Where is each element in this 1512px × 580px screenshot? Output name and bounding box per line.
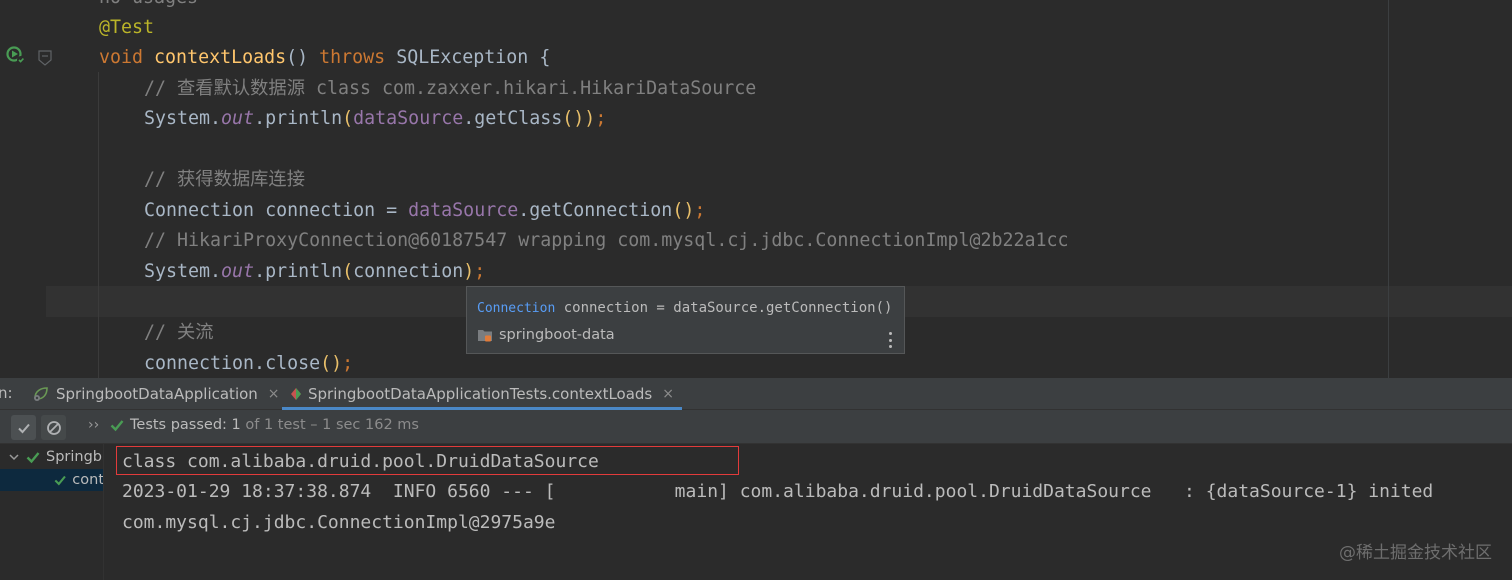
passed-check-icon <box>26 452 40 464</box>
code-comment: // 获得数据库连接 <box>144 169 305 190</box>
system-ref: System. <box>144 108 222 129</box>
connection-declaration: Connection connection = <box>144 200 409 221</box>
run-test-icon[interactable] <box>6 45 26 65</box>
paren: () <box>562 108 585 129</box>
paren: ( <box>342 108 354 129</box>
signature-parens: () <box>286 47 309 68</box>
popup-signature: Connection connection = dataSource.getCo… <box>477 299 892 318</box>
fold-icon[interactable] <box>38 50 52 66</box>
test-status: Tests passed: 1 of 1 test – 1 sec 162 ms <box>110 417 419 433</box>
tree-item-label: Springb <box>46 449 102 465</box>
passed-check-icon <box>54 475 66 486</box>
datasource-field: dataSource <box>408 200 519 221</box>
tab-close-icon[interactable]: × <box>268 386 280 402</box>
keyword-void: void <box>99 47 144 68</box>
tests-passed-label: Tests passed: 1 <box>130 417 241 433</box>
spring-boot-run-icon <box>34 387 48 401</box>
popup-module-name: springboot-data <box>499 327 615 343</box>
popup-type: Connection <box>477 301 556 316</box>
tree-item-test-method[interactable]: cont <box>0 469 104 491</box>
exception-type: SQLException <box>396 47 529 68</box>
out-field: out <box>221 261 255 282</box>
passed-check-icon <box>110 420 124 432</box>
println-call: .println <box>254 108 343 129</box>
close-connection-line: connection.close(); <box>144 348 353 378</box>
show-ignored-button[interactable] <box>41 415 66 440</box>
getconnection-call: .getConnection <box>518 200 673 221</box>
semicolon: ; <box>694 200 706 221</box>
annotation-highlight-box <box>116 446 739 475</box>
tab-label: SpringbootDataApplicationTests.contextLo… <box>308 385 653 403</box>
code-comment: // 查看默认数据源 class com.zaxxer.hikari.Hikar… <box>144 78 757 99</box>
test-diamond-icon <box>291 388 301 400</box>
keyword-throws: throws <box>319 47 386 68</box>
test-runner-toolbar: ›› Tests passed: 1 of 1 test – 1 sec 162… <box>0 410 1512 444</box>
print-class-line: System.out.println(dataSource.getClass()… <box>144 103 606 134</box>
semicolon: ; <box>474 261 486 282</box>
out-field: out <box>221 108 255 129</box>
method-name: contextLoads <box>154 47 287 68</box>
right-margin-guide <box>1388 0 1389 378</box>
get-connection-line: Connection connection = dataSource.getCo… <box>144 195 705 226</box>
tab-label: SpringbootDataApplication <box>56 385 258 403</box>
console-line: com.mysql.cj.jdbc.ConnectionImpl@2975a9e <box>122 512 556 533</box>
run-tool-label: n: <box>0 384 13 402</box>
popup-module[interactable]: springboot-data <box>477 325 615 345</box>
test-annotation: @Test <box>99 17 155 38</box>
more-options-icon[interactable] <box>888 332 892 348</box>
indent-guide <box>98 72 99 378</box>
console-line: 2023-01-29 18:37:38.874 INFO 6560 --- [ … <box>122 481 1434 502</box>
paren: ( <box>342 261 354 282</box>
println-call: .println <box>254 261 343 282</box>
test-results-tree[interactable]: Springb cont <box>0 444 104 580</box>
paren: () <box>672 200 695 221</box>
paren: ) <box>584 108 596 129</box>
print-connection-line: System.out.println(connection); <box>144 256 485 287</box>
paren: ) <box>463 261 475 282</box>
code-comment: // 关流 <box>144 322 214 343</box>
tab-contextloads-tests[interactable]: SpringbootDataApplicationTests.contextLo… <box>282 378 682 410</box>
tree-item-test-class[interactable]: Springb <box>0 446 103 468</box>
paren: () <box>320 353 343 374</box>
show-passed-button[interactable] <box>11 415 36 440</box>
connection-arg: connection <box>353 261 464 282</box>
more-actions-chevron[interactable]: ›› <box>88 417 99 433</box>
tab-springboot-data-application[interactable]: SpringbootDataApplication × <box>24 378 288 410</box>
system-ref: System. <box>144 261 222 282</box>
code-comment: // HikariProxyConnection@60187547 wrappi… <box>144 230 1069 251</box>
module-folder-icon <box>478 330 492 342</box>
ignored-icon <box>46 420 61 435</box>
semicolon: ; <box>595 108 607 129</box>
watermark: @稀土掘金技术社区 <box>1339 543 1492 563</box>
tests-passed-detail: of 1 test – 1 sec 162 ms <box>240 417 419 433</box>
datasource-field: dataSource <box>353 108 464 129</box>
popup-signature-text: connection = dataSource.getConnection() <box>555 300 893 316</box>
semicolon: ; <box>342 353 354 374</box>
tree-item-label: cont <box>72 472 104 488</box>
chevron-down-icon[interactable] <box>8 452 20 462</box>
quick-info-popup: Connection connection = dataSource.getCo… <box>466 286 905 354</box>
getclass-call: .getClass <box>463 108 563 129</box>
tab-close-icon[interactable]: × <box>662 386 674 402</box>
checkmark-icon <box>17 423 30 433</box>
method-signature-line: void contextLoads() throws SQLException … <box>99 42 550 73</box>
run-tool-window-tabs: n: SpringbootDataApplication × Springboo… <box>0 378 1512 410</box>
close-call: connection.close <box>144 353 321 374</box>
open-brace: { <box>539 47 551 68</box>
